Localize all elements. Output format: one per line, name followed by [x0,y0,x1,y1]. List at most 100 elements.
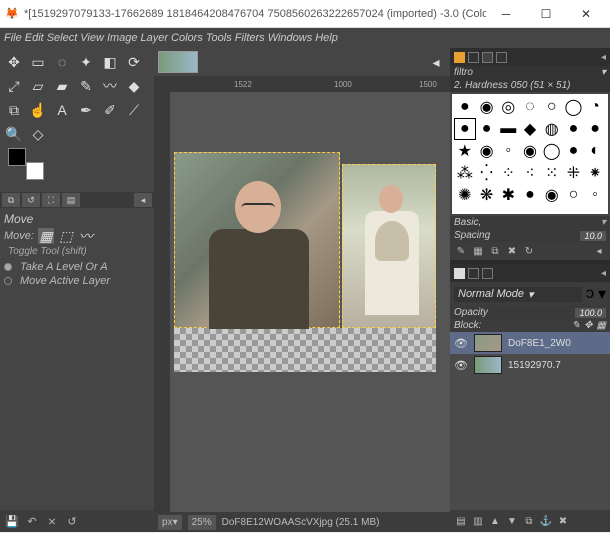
menu-select[interactable]: Select [47,32,78,44]
layer-group-icon[interactable]: ▥ [471,514,485,528]
dup-brush-icon[interactable]: ⧉ [488,244,502,258]
pencil-icon[interactable]: ✎ [76,76,96,96]
layer-image-2[interactable] [342,164,436,328]
tab-history[interactable] [496,52,507,63]
tab-brushes[interactable] [454,52,465,63]
save-preset-icon[interactable]: 💾 [4,513,20,529]
main-menubar: File Edit Select View Image Layer Colors… [0,28,610,48]
lock-position-icon[interactable]: ✥ [584,320,592,331]
dup-layer-icon[interactable]: ⧉ [522,514,536,528]
refresh-brush-icon[interactable]: ↻ [522,244,536,258]
chevron-down-icon[interactable]: ▾ [601,67,606,78]
eyedropper-icon[interactable]: ✐ [100,100,120,120]
mode-toggle-icon[interactable]: ɔ [586,285,594,303]
menu-filters[interactable]: Filters [235,32,265,44]
delete-preset-icon[interactable]: ⨯ [44,513,60,529]
fg-color-swatch[interactable] [8,148,26,166]
move-tool-icon[interactable]: ✥ [4,52,24,72]
minimize-button[interactable]: ─ [486,0,526,28]
menu-edit[interactable]: Edit [25,32,44,44]
new-layer-icon[interactable]: ▤ [454,514,468,528]
shear-icon[interactable]: ▱ [28,76,48,96]
clone-icon[interactable]: ⧉ [4,100,24,120]
tab-item[interactable]: ⧉ [2,193,20,207]
zoom-icon[interactable]: 🔍 [4,124,24,144]
chevron-down-icon[interactable]: ▾ [598,284,606,304]
spacing-value[interactable]: 10.0 [580,231,606,241]
bycolor-select-icon[interactable]: ◧ [100,52,120,72]
lock-alpha-icon[interactable]: ▦ [597,320,606,331]
brush-icon[interactable]: 〰 [100,76,120,96]
menu-image[interactable]: Image [107,32,138,44]
menu-tools[interactable]: Tools [206,32,232,44]
menu-colors[interactable]: Colors [171,32,203,44]
rotate-icon[interactable]: ⟳ [124,52,144,72]
mode-selection-icon[interactable]: ⬚ [58,228,74,244]
image-tab[interactable] [158,51,198,73]
lower-layer-icon[interactable]: ▼ [505,514,519,528]
color-swatches[interactable] [8,148,44,180]
layer-image-1[interactable] [174,152,340,328]
layer-name[interactable]: DoF8E1_2W0 [508,338,571,349]
layer-thumb [474,334,502,352]
delete-layer-icon[interactable]: ✖ [556,514,570,528]
dock-tabs-top: ◂ [450,48,610,66]
option-active-layer[interactable]: Move Active Layer [4,275,150,287]
text-tool-icon[interactable]: A [52,100,72,120]
tab-fonts[interactable] [482,52,493,63]
zoom-level[interactable]: 25% [188,515,216,530]
del-brush-icon[interactable]: ✖ [505,244,519,258]
scale-icon[interactable]: ⤢ [4,76,24,96]
tab-layers[interactable] [454,268,465,279]
close-button[interactable]: ✕ [566,0,606,28]
blend-mode-dropdown[interactable]: Normal Mode ▾ [454,287,582,302]
tab-item[interactable]: ▤ [62,193,80,207]
tab-menu-icon[interactable]: ◂ [601,52,606,63]
menu-layer[interactable]: Layer [141,32,169,44]
reset-icon[interactable]: ↺ [64,513,80,529]
bg-color-swatch[interactable] [26,162,44,180]
smudge-icon[interactable]: ☝ [28,100,48,120]
visibility-icon[interactable]: 👁 [454,336,468,350]
maximize-button[interactable]: ☐ [526,0,566,28]
mode-layer-icon[interactable]: ▦ [38,228,54,244]
option-pick[interactable]: Take A Level Or A [4,261,150,273]
anchor-layer-icon[interactable]: ⚓ [539,514,553,528]
lock-pixels-icon[interactable]: ✎ [572,320,580,331]
path-icon[interactable]: ✒ [76,100,96,120]
menu-file[interactable]: File [4,32,22,44]
tab-patterns[interactable] [468,52,479,63]
tab-paths[interactable] [482,268,493,279]
new-brush-icon[interactable]: ▦ [471,244,485,258]
tab-item[interactable]: ⛶ [42,193,60,207]
eraser-icon[interactable]: ◆ [124,76,144,96]
tab-menu-icon[interactable]: ◂ [134,193,152,207]
tab-item[interactable]: ↺ [22,193,40,207]
menu-windows[interactable]: Windows [268,32,313,44]
measure-icon[interactable]: ⟋ [124,100,144,120]
layer-row[interactable]: 👁 DoF8E1_2W0 [450,332,610,354]
tab-menu-icon[interactable]: ◂ [426,52,446,72]
spacing-label: Spacing [454,230,490,241]
canvas[interactable] [170,92,450,512]
layer-name[interactable]: 15192970.7 [508,360,561,371]
cage-icon[interactable]: ◇ [28,124,48,144]
opacity-value[interactable]: 100.0 [575,308,606,318]
brush-grid[interactable]: ●◉◎◌○◯◔ ●●▬◆◍●● ★◉◦◉◯●◐ ⁂⁛⁘⁖⁙⁜⁕ ✺❋✱●◉○◦ [452,94,608,214]
edit-brush-icon[interactable]: ✎ [454,244,468,258]
visibility-icon[interactable]: 👁 [454,358,468,372]
unit-dropdown[interactable]: px ▾ [158,515,182,530]
restore-icon[interactable]: ↶ [24,513,40,529]
mode-path-icon[interactable]: 〰 [78,228,94,244]
tab-channels[interactable] [468,268,479,279]
wand-icon[interactable]: ✦ [76,52,96,72]
brush-menu-icon[interactable]: ◂ [592,244,606,258]
menu-help[interactable]: Help [315,32,338,44]
layer-row[interactable]: 👁 15192970.7 [450,354,610,376]
raise-layer-icon[interactable]: ▲ [488,514,502,528]
lasso-icon[interactable]: ◌ [52,52,72,72]
menu-view[interactable]: View [80,32,104,44]
bucket-icon[interactable]: ▰ [52,76,72,96]
rect-select-icon[interactable]: ▭ [28,52,48,72]
tab-menu-icon[interactable]: ◂ [601,268,606,279]
